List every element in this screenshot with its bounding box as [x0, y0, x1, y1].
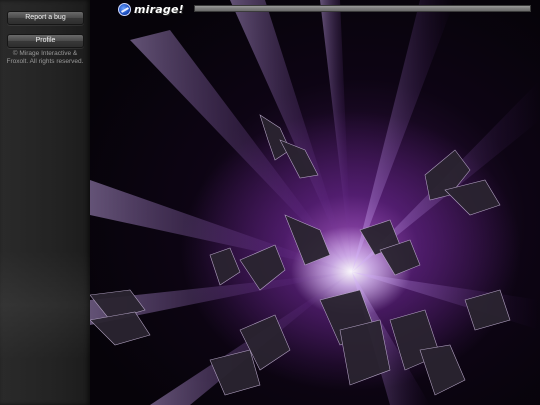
sidebar: Report a bug Profile © Mirage Interactiv… [0, 0, 90, 405]
logo-text: mirage! [134, 2, 184, 16]
mirage-logo-icon [118, 2, 131, 16]
app-window: Report a bug Profile © Mirage Interactiv… [0, 0, 540, 405]
report-bug-button[interactable]: Report a bug [7, 11, 84, 25]
background-artwork [90, 0, 540, 405]
abstract-burst-image [90, 0, 540, 405]
header-bar [194, 5, 531, 12]
mirage-logo[interactable]: mirage! [118, 2, 184, 16]
copyright-text: © Mirage Interactive & Froxolt. All righ… [6, 50, 84, 65]
profile-button[interactable]: Profile [7, 34, 84, 48]
